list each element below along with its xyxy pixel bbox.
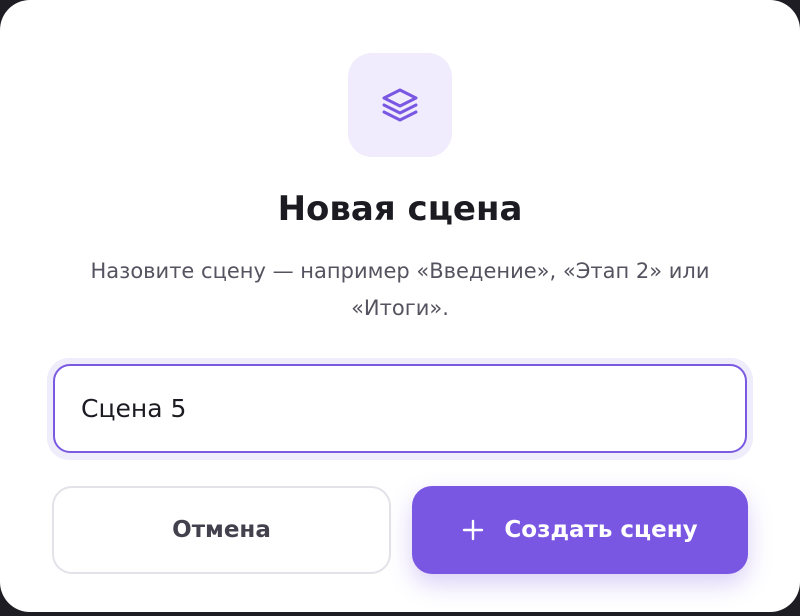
scene-name-input[interactable] bbox=[53, 364, 747, 453]
plus-icon bbox=[462, 519, 484, 541]
dialog-icon-tile bbox=[348, 53, 452, 157]
cancel-button-label: Отмена bbox=[172, 517, 271, 543]
layers-icon bbox=[376, 81, 424, 129]
dialog-description: Назовите сцену — например «Введение», «Э… bbox=[90, 259, 710, 320]
dialog-title: Новая сцена bbox=[277, 189, 523, 229]
cancel-button[interactable]: Отмена bbox=[52, 486, 391, 574]
create-scene-button[interactable]: Создать сцену bbox=[412, 486, 748, 574]
create-scene-button-label: Создать сцену bbox=[504, 517, 698, 543]
new-scene-dialog: Новая сцена Назовите сцену — например «В… bbox=[0, 0, 800, 612]
